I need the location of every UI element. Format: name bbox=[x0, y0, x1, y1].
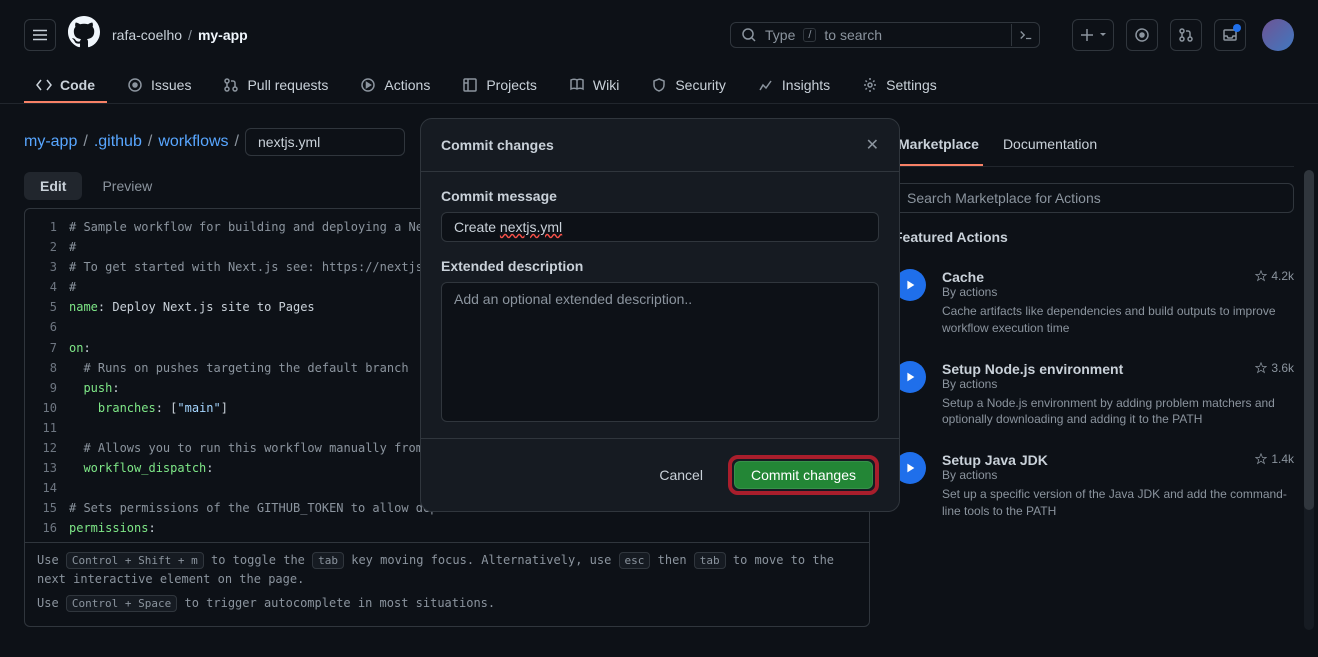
search-input[interactable]: Type / to search bbox=[730, 22, 1040, 48]
marketplace-search[interactable]: Search Marketplace for Actions bbox=[894, 183, 1294, 213]
tab-insights[interactable]: Insights bbox=[746, 69, 842, 103]
graph-icon bbox=[758, 77, 774, 93]
scrollbar-thumb[interactable] bbox=[1304, 170, 1314, 510]
action-card[interactable]: Setup Node.js environment3.6k By actions… bbox=[894, 349, 1294, 441]
tab-wiki[interactable]: Wiki bbox=[557, 69, 631, 103]
tab-security[interactable]: Security bbox=[639, 69, 738, 103]
star-icon bbox=[1255, 362, 1267, 374]
hamburger-menu[interactable] bbox=[24, 19, 56, 51]
tab-issues[interactable]: Issues bbox=[115, 69, 203, 103]
play-icon bbox=[360, 77, 376, 93]
tab-actions[interactable]: Actions bbox=[348, 69, 442, 103]
owner-link[interactable]: rafa-coelho bbox=[112, 27, 182, 43]
extended-desc-label: Extended description bbox=[441, 258, 879, 274]
github-logo[interactable] bbox=[68, 16, 100, 53]
chevron-down-icon bbox=[1099, 31, 1107, 39]
avatar[interactable] bbox=[1262, 19, 1294, 51]
modal-title: Commit changes bbox=[441, 137, 554, 153]
star-icon bbox=[1255, 270, 1267, 282]
notification-dot bbox=[1233, 24, 1241, 32]
repo-breadcrumb: rafa-coelho / my-app bbox=[112, 27, 248, 43]
file-path-breadcrumb: my-app/.github/workflows/ bbox=[24, 128, 405, 156]
star-icon bbox=[1255, 453, 1267, 465]
pr-icon bbox=[1178, 27, 1194, 43]
editor-hints: Use Control + Shift + m to toggle the ta… bbox=[25, 542, 869, 626]
commit-message-label: Commit message bbox=[441, 188, 879, 204]
issue-icon bbox=[127, 77, 143, 93]
plus-icon bbox=[1079, 27, 1095, 43]
search-icon bbox=[741, 27, 757, 43]
issue-icon bbox=[1134, 27, 1150, 43]
tab-pull-requests[interactable]: Pull requests bbox=[211, 69, 340, 103]
tab-settings[interactable]: Settings bbox=[850, 69, 949, 103]
cancel-button[interactable]: Cancel bbox=[642, 455, 720, 495]
create-menu[interactable] bbox=[1072, 19, 1114, 51]
preview-tab[interactable]: Preview bbox=[86, 172, 168, 200]
commit-message-input[interactable]: Create nextjs.yml bbox=[441, 212, 879, 242]
filename-input[interactable] bbox=[245, 128, 405, 156]
repo-link[interactable]: my-app bbox=[198, 27, 248, 43]
line-numbers: 1234567891011121314151617 bbox=[25, 209, 69, 542]
gear-icon bbox=[862, 77, 878, 93]
action-card[interactable]: Setup Java JDK1.4k By actions Set up a s… bbox=[894, 440, 1294, 532]
pull-requests-button[interactable] bbox=[1170, 19, 1202, 51]
inbox-button[interactable] bbox=[1214, 19, 1246, 51]
issues-button[interactable] bbox=[1126, 19, 1158, 51]
command-palette-icon[interactable] bbox=[1011, 24, 1033, 46]
crumb-repo[interactable]: my-app bbox=[24, 133, 77, 151]
code-icon bbox=[36, 77, 52, 93]
documentation-tab[interactable]: Documentation bbox=[999, 128, 1101, 166]
marketplace-tab[interactable]: Marketplace bbox=[894, 128, 983, 166]
edit-tab[interactable]: Edit bbox=[24, 172, 82, 200]
crumb-github[interactable]: .github bbox=[94, 133, 142, 151]
scrollbar[interactable] bbox=[1304, 170, 1314, 630]
tab-projects[interactable]: Projects bbox=[450, 69, 549, 103]
shield-icon bbox=[651, 77, 667, 93]
project-icon bbox=[462, 77, 478, 93]
commit-modal: Commit changes ✕ Commit message Create n… bbox=[420, 118, 900, 512]
extended-desc-input[interactable]: Add an optional extended description.. bbox=[441, 282, 879, 422]
crumb-workflows[interactable]: workflows bbox=[158, 133, 228, 151]
tab-code[interactable]: Code bbox=[24, 69, 107, 103]
book-icon bbox=[569, 77, 585, 93]
featured-heading: Featured Actions bbox=[894, 229, 1294, 245]
close-icon[interactable]: ✕ bbox=[866, 135, 879, 155]
action-card[interactable]: Cache4.2k By actions Cache artifacts lik… bbox=[894, 257, 1294, 349]
pr-icon bbox=[223, 77, 239, 93]
commit-button[interactable]: Commit changes bbox=[734, 461, 873, 489]
